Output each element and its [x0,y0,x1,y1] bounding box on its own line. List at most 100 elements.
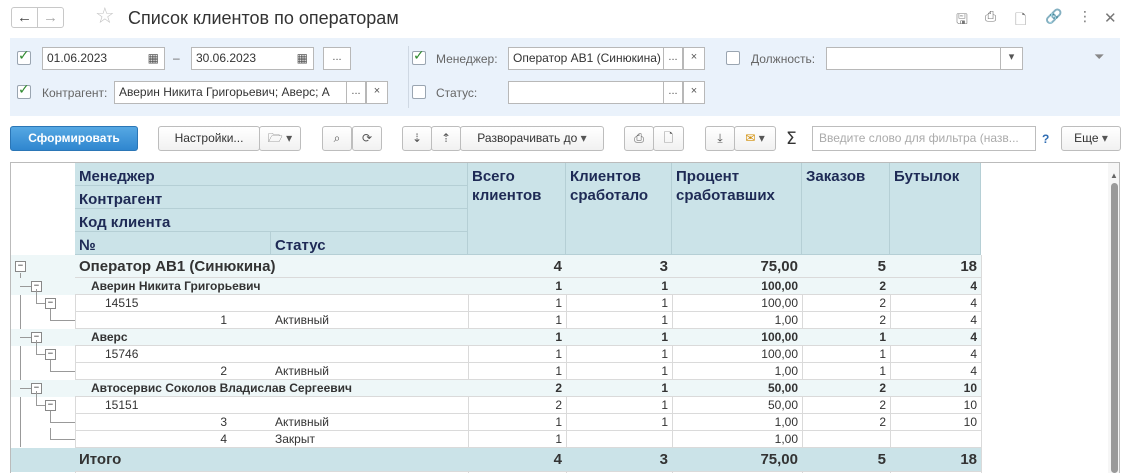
header-total-clients: Всего клиентов [468,163,566,255]
collapse-toggle-icon[interactable]: − [45,298,56,309]
client-code-row[interactable]: 15746 1 1 100,00 1 4 [11,346,981,363]
calendar-icon[interactable]: ▦ [297,48,308,69]
total-cell: 1 [555,432,562,446]
arrow-left-icon: ← [17,9,32,26]
more-label: Еще [1074,131,1099,145]
orders-cell: 2 [879,313,886,327]
kontragent-row[interactable]: Аверин Никита Григорьевич 1 1 100,00 2 4 [11,278,981,295]
status-field[interactable] [508,81,664,104]
bottles-cell: 4 [970,347,977,361]
manager-clear-button[interactable]: × [683,47,705,70]
manager-field[interactable]: Оператор АВ1 (Синюкина) [508,47,664,70]
link-icon[interactable]: 🔗 [1045,9,1062,25]
worked-cell: 3 [659,258,668,275]
arrow-right-icon: → [43,9,58,26]
find-next-button[interactable]: ⟳ [352,126,382,151]
total-row[interactable]: Итого 4 3 75,00 5 18 [11,448,981,472]
send-email-button[interactable]: ✉ ▾ [734,126,776,151]
orders-cell: 1 [879,330,886,344]
sort-desc-button[interactable]: ⇣ [402,126,432,151]
date-from-field[interactable]: 01.06.2023 ▦ [42,47,165,70]
percent-cell: 1,00 [774,313,798,327]
sort-asc-icon: ⇡ [440,131,452,145]
kontragent-row[interactable]: Аверс 1 1 100,00 1 4 [11,329,981,346]
position-checkbox[interactable] [726,51,740,65]
client-code-row[interactable]: 15151 2 1 50,00 2 10 [11,397,981,414]
report-table[interactable]: Менеджер Контрагент Код клиента № Статус… [10,162,1120,473]
status-checkbox[interactable] [412,85,426,99]
back-button[interactable]: ← [11,7,38,28]
caret-icon: ▾ [580,131,587,145]
expand-to-button[interactable]: Разворачивать до ▾ [460,126,604,151]
find-button[interactable]: ⌕ [322,126,352,151]
kontragent-field[interactable]: Аверин Никита Григорьевич; Аверс; А [114,81,347,104]
caret-icon: ▾ [286,131,293,145]
forward-button[interactable]: → [37,7,64,28]
kontragent-clear-button[interactable]: × [366,81,388,104]
collapse-toggle-icon[interactable]: − [15,261,26,272]
bottles-cell: 4 [970,330,977,344]
more-button[interactable]: Еще ▾ [1061,126,1121,151]
kontragent-checkbox[interactable] [17,82,31,99]
manager-select-button[interactable]: ... [663,47,683,70]
generate-button[interactable]: Сформировать [10,126,138,151]
detail-row[interactable]: 4 Закрыт 1 1,00 [11,431,981,448]
tree-line [50,371,75,372]
print-icon[interactable]: ⎙ [985,9,996,25]
sort-asc-button[interactable]: ⇡ [431,126,461,151]
detail-row[interactable]: 3 Активный 1 1 1,00 2 10 [11,414,981,431]
collapse-toggle-icon[interactable]: − [45,400,56,411]
worked-cell: 1 [661,415,668,429]
save-icon[interactable]: 🖫 [956,9,968,33]
header-kontragent: Контрагент [75,186,468,209]
print-button[interactable]: ⎙ [624,126,654,151]
period-select-button[interactable]: ... [323,47,351,70]
total-cell: 1 [555,330,562,344]
header-client-code: Код клиента [75,209,468,232]
orders-cell: 5 [877,451,886,468]
position-field[interactable] [826,47,1023,70]
tree-line [20,286,31,287]
preview-button[interactable]: 🗋 [653,126,684,151]
filter-panel: 01.06.2023▦ – 30.06.2023▦ ... Контрагент… [10,38,1120,116]
scroll-up-icon[interactable]: ▲ [1110,171,1118,180]
column-divider [981,255,982,473]
settings-button[interactable]: Настройки... [158,126,260,151]
favorite-star-icon[interactable]: ☆ [95,4,115,29]
position-dropdown-button[interactable]: ▾ [1000,47,1023,70]
date-to-field[interactable]: 30.06.2023 ▦ [191,47,314,70]
calendar-icon[interactable]: ▦ [148,48,159,69]
filter-search-input[interactable]: Введите слово для фильтра (назв... [812,126,1036,151]
manager-checkbox[interactable] [412,48,426,65]
total-cell: 1 [555,296,562,310]
sum-icon[interactable]: Σ [786,129,797,149]
status-select-button[interactable]: ... [663,81,683,104]
filter-funnel-icon[interactable]: ⏷ [1094,50,1104,65]
bottles-cell: 4 [970,313,977,327]
kontragent-select-button[interactable]: ... [346,81,366,104]
period-checkbox[interactable] [17,48,31,65]
header-clients-worked: Клиентов сработало [566,163,672,255]
collapse-toggle-icon[interactable]: − [45,349,56,360]
tree-line [20,337,31,338]
scroll-thumb[interactable] [1111,183,1118,473]
preview-icon[interactable]: 🗋 [1015,9,1026,33]
client-code-row[interactable]: 14515 1 1 100,00 2 4 [11,295,981,312]
bottles-cell: 10 [963,381,977,395]
status-clear-button[interactable]: × [683,81,705,104]
kontragent-row[interactable]: Автосервис Соколов Владислав Сергеевич 2 1… [11,380,981,397]
help-icon[interactable]: ? [1042,132,1049,146]
percent-cell: 1,00 [774,432,798,446]
kontragent-row-label: Аверин Никита Григорьевич [91,279,261,293]
download-button[interactable]: ⤓ [705,126,735,151]
header-orders: Заказов [802,163,890,255]
detail-row[interactable]: 1 Активный 1 1 1,00 2 4 [11,312,981,329]
close-icon[interactable]: ✕ [1104,9,1117,27]
vertical-scrollbar[interactable]: ▲ [1108,163,1119,473]
detail-row-label: 4 [220,432,227,446]
detail-row[interactable]: 2 Активный 1 1 1,00 1 4 [11,363,981,380]
percent-cell: 100,00 [761,296,798,310]
manager-row[interactable]: Оператор АВ1 (Синюкина) 4 3 75,00 5 18 [11,255,981,278]
more-icon[interactable]: ⋮ [1078,9,1092,25]
variants-button[interactable]: 🗁 ▾ [259,126,301,151]
